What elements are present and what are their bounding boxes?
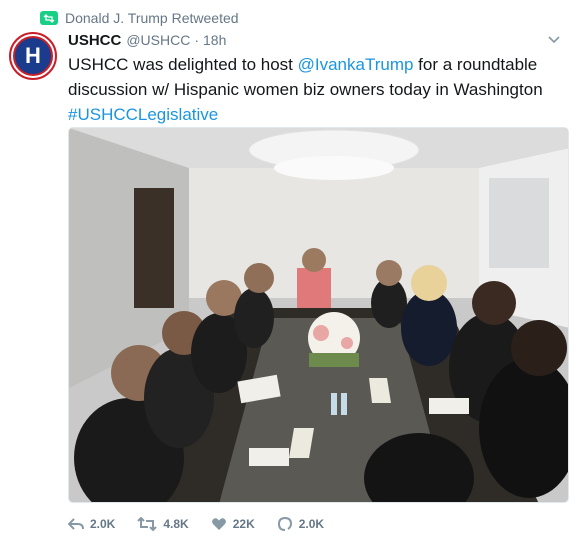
reply-count: 2.0K	[90, 517, 116, 531]
photo-illustration	[69, 128, 568, 502]
tweet-timestamp[interactable]: 18h	[203, 32, 226, 48]
reply-button[interactable]: 2.0K	[68, 517, 115, 531]
hashtag-link[interactable]: #USHCCLegislative	[68, 105, 218, 124]
mention-link[interactable]: @IvankaTrump	[298, 55, 414, 74]
direct-message-button[interactable]: 2.0K	[277, 517, 324, 531]
tweet-actions: 2.0K 4.8K 22K 2.0K	[68, 514, 346, 534]
avatar[interactable]: H	[9, 32, 57, 80]
retweet-context-icon	[40, 11, 58, 25]
like-count: 22K	[232, 517, 255, 531]
dm-count: 2.0K	[298, 517, 325, 531]
reply-icon	[68, 518, 84, 530]
tweet-header: USHCC @USHCC · 18h	[68, 30, 568, 50]
like-button[interactable]: 22K	[211, 517, 255, 531]
tweet-text: USHCC was delighted to host @IvankaTrump…	[68, 52, 566, 127]
tweet-photo[interactable]	[68, 127, 569, 503]
author-handle[interactable]: @USHCC	[126, 32, 190, 48]
retweet-context: Donald J. Trump Retweeted	[40, 8, 239, 28]
separator-dot: ·	[194, 32, 200, 48]
heart-icon	[211, 518, 226, 530]
retweet-count: 4.8K	[163, 517, 189, 531]
retweet-icon	[137, 517, 158, 531]
retweet-context-text[interactable]: Donald J. Trump Retweeted	[65, 10, 239, 26]
author-display-name[interactable]: USHCC	[68, 32, 121, 49]
retweet-button[interactable]: 4.8K	[137, 517, 189, 531]
avatar-letter: H	[25, 43, 41, 68]
chevron-down-icon[interactable]	[546, 32, 562, 48]
tweet-text-before: USHCC was delighted to host	[68, 55, 298, 74]
direct-message-icon	[277, 517, 292, 531]
